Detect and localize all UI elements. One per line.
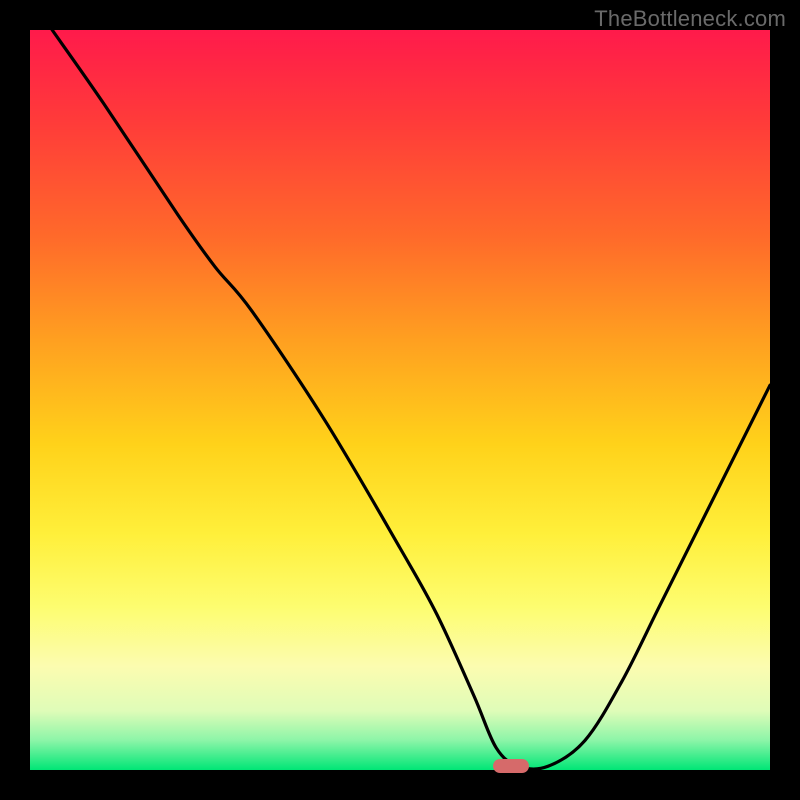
optimum-marker (493, 759, 529, 773)
chart-frame: TheBottleneck.com (0, 0, 800, 800)
bottleneck-curve (30, 30, 770, 770)
plot-area (30, 30, 770, 770)
watermark-text: TheBottleneck.com (594, 6, 786, 32)
